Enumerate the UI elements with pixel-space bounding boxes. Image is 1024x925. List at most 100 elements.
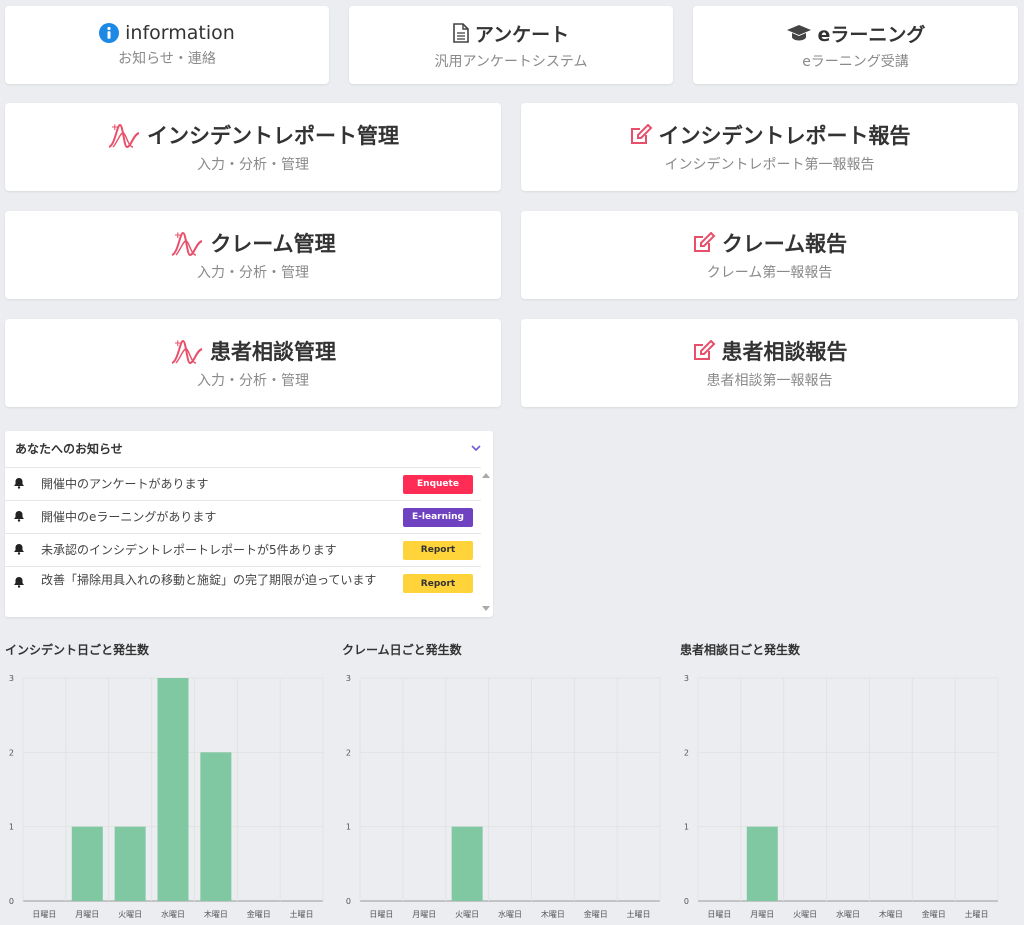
- y-tick-label: 1: [684, 823, 689, 832]
- y-tick-label: 0: [9, 897, 14, 906]
- x-tick-label: 日曜日: [32, 910, 56, 919]
- document-icon: [453, 23, 469, 43]
- analysis-chart-icon: +: [170, 337, 204, 365]
- graduation-cap-icon: [786, 24, 812, 42]
- patient-consultation-management-subtitle: 入力・分析・管理: [197, 373, 309, 389]
- enquete-title: アンケート: [474, 23, 570, 46]
- bar: [451, 826, 483, 901]
- y-tick-label: 3: [684, 674, 689, 683]
- notices-panel: あなたへのお知らせ 開催中のアンケートがあります Enquete 開催中のeラー…: [5, 431, 493, 617]
- notice-item[interactable]: 改善「掃除用具入れの移動と施錠」の完了期限が迫っています Report: [5, 566, 481, 599]
- claim-report-subtitle: クレーム第一報報告: [706, 265, 833, 281]
- x-tick-label: 月曜日: [75, 910, 99, 919]
- chart-title: クレーム日ごと発生数: [342, 643, 462, 657]
- x-tick-label: 木曜日: [879, 909, 903, 919]
- notice-text: 改善「掃除用具入れの移動と施錠」の完了期限が迫っています: [41, 573, 377, 587]
- svg-text:+: +: [174, 339, 182, 349]
- incident-report-subtitle: インシデントレポート第一報報告: [664, 157, 875, 173]
- claim-management-subtitle: 入力・分析・管理: [197, 265, 309, 281]
- analysis-chart-icon: +: [107, 121, 141, 149]
- svg-text:+: +: [111, 123, 119, 133]
- y-tick-label: 1: [9, 823, 14, 832]
- x-tick-label: 水曜日: [836, 909, 860, 919]
- y-tick-label: 0: [684, 897, 689, 906]
- notice-text: 未承認のインシデントレポートレポートが5件あります: [41, 542, 337, 557]
- information-subtitle: お知らせ・連絡: [118, 51, 216, 67]
- y-tick-label: 2: [346, 748, 351, 757]
- y-tick-label: 3: [346, 674, 351, 683]
- elearning-badge: E-learning: [403, 507, 473, 527]
- incident-management-card[interactable]: + インシデントレポート管理 入力・分析・管理: [5, 103, 501, 191]
- report-badge: Report: [403, 540, 473, 560]
- bar: [71, 826, 103, 901]
- x-tick-label: 日曜日: [707, 910, 731, 919]
- claim-management-title: クレーム管理: [210, 232, 336, 256]
- incident-report-title: インシデントレポート報告: [658, 124, 911, 148]
- enquete-subtitle: 汎用アンケートシステム: [434, 53, 588, 70]
- bell-icon: [13, 543, 41, 558]
- incident-management-title: インシデントレポート管理: [147, 124, 399, 148]
- bell-icon: [13, 477, 41, 492]
- chevron-down-icon[interactable]: [471, 441, 481, 455]
- bar: [157, 678, 189, 901]
- incident-report-card[interactable]: インシデントレポート報告 インシデントレポート第一報報告: [521, 103, 1018, 191]
- claim-report-card[interactable]: クレーム報告 クレーム第一報報告: [521, 211, 1018, 299]
- patient-consultation-report-subtitle: 患者相談第一報報告: [706, 373, 833, 389]
- notice-item[interactable]: 開催中のeラーニングがあります E-learning: [5, 500, 481, 533]
- edit-icon: [629, 124, 653, 146]
- incident-daily-chart: 0 1 2 3 日曜日 月曜日 火曜日 水曜日 木曜日 金曜日 土曜日: [9, 674, 324, 919]
- claim-report-title: クレーム報告: [721, 232, 848, 256]
- x-tick-label: 木曜日: [541, 909, 565, 919]
- elearning-title: eラーニング: [817, 23, 926, 46]
- y-tick-label: 2: [684, 748, 689, 757]
- analysis-chart-icon: +: [170, 229, 204, 257]
- bar: [746, 826, 778, 901]
- notice-item[interactable]: 未承認のインシデントレポートレポートが5件あります Report: [5, 533, 481, 566]
- information-card[interactable]: information お知らせ・連絡: [5, 6, 329, 84]
- y-tick-label: 2: [9, 748, 14, 757]
- x-tick-label: 日曜日: [369, 910, 393, 919]
- info-icon: [99, 23, 120, 43]
- x-tick-label: 土曜日: [965, 909, 989, 919]
- notices-title: あなたへのお知らせ: [15, 441, 123, 456]
- bell-icon: [13, 510, 41, 525]
- x-tick-label: 土曜日: [290, 909, 314, 919]
- y-tick-label: 3: [9, 674, 14, 683]
- y-tick-label: 1: [346, 823, 351, 832]
- notices-scrollbar[interactable]: [479, 467, 493, 617]
- report-badge: Report: [403, 574, 473, 593]
- x-tick-label: 土曜日: [627, 909, 651, 919]
- enquete-card[interactable]: アンケート 汎用アンケートシステム: [349, 6, 673, 84]
- notice-item[interactable]: 開催中のアンケートがあります Enquete: [5, 467, 481, 500]
- x-tick-label: 金曜日: [247, 909, 271, 919]
- x-tick-label: 火曜日: [118, 910, 142, 919]
- elearning-card[interactable]: eラーニング eラーニング受講: [693, 6, 1018, 84]
- patient-consultation-daily-chart: 0 1 2 3 日曜日 月曜日 火曜日 水曜日 木曜日 金曜日 土曜日: [684, 674, 999, 919]
- claim-management-card[interactable]: + クレーム管理 入力・分析・管理: [5, 211, 501, 299]
- patient-consultation-management-card[interactable]: + 患者相談管理 入力・分析・管理: [5, 319, 501, 407]
- x-tick-label: 月曜日: [750, 910, 774, 919]
- x-tick-label: 火曜日: [455, 910, 479, 919]
- enquete-badge: Enquete: [403, 474, 473, 494]
- chart-title: 患者相談日ごと発生数: [680, 643, 801, 657]
- x-tick-label: 火曜日: [793, 910, 817, 919]
- notices-list: 開催中のアンケートがあります Enquete 開催中のeラーニングがあります E…: [5, 467, 481, 599]
- notice-text: 開催中のアンケートがあります: [41, 476, 209, 491]
- patient-consultation-report-card[interactable]: 患者相談報告 患者相談第一報報告: [521, 319, 1018, 407]
- notice-text: 開催中のeラーニングがあります: [41, 509, 217, 524]
- incident-management-subtitle: 入力・分析・管理: [197, 157, 309, 173]
- claim-daily-chart: 0 1 2 3 日曜日 月曜日 火曜日 水曜日 木曜日 金曜日 土曜日: [346, 674, 661, 919]
- x-tick-label: 月曜日: [412, 910, 436, 919]
- svg-text:+: +: [174, 231, 182, 241]
- x-tick-label: 木曜日: [204, 909, 228, 919]
- bar: [114, 826, 146, 901]
- x-tick-label: 金曜日: [922, 909, 946, 919]
- information-title: information: [125, 22, 235, 44]
- patient-consultation-report-title: 患者相談報告: [721, 340, 848, 364]
- y-tick-label: 0: [346, 897, 351, 906]
- x-tick-label: 金曜日: [584, 909, 608, 919]
- elearning-subtitle: eラーニング受講: [802, 53, 909, 70]
- patient-consultation-management-title: 患者相談管理: [210, 340, 336, 364]
- edit-icon: [692, 340, 716, 362]
- bell-icon: [13, 567, 41, 591]
